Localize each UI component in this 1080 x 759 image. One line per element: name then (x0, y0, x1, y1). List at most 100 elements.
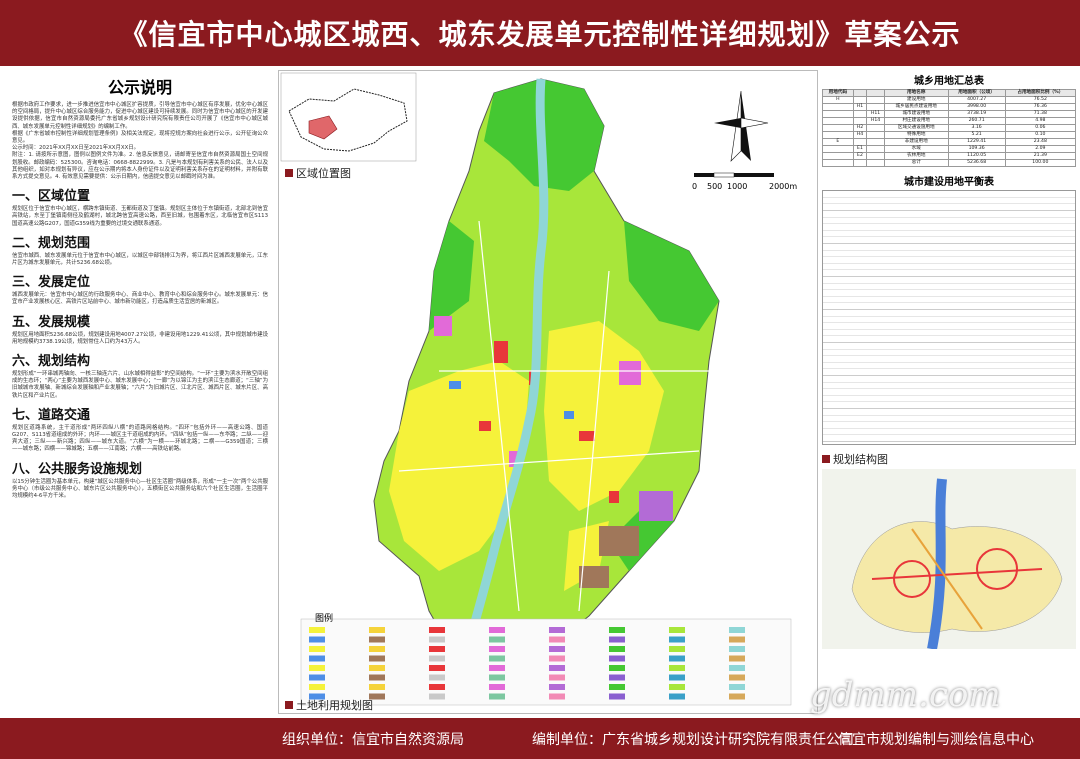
table-row: E1 水域 109.36 2.09 (822, 145, 1076, 153)
table-row: 总计 5236.68 100.00 (822, 159, 1076, 167)
table-cell: H1 (852, 103, 868, 111)
table-cell: 非建设用地 (883, 138, 949, 146)
table-row: H4 特殊用地 5.21 0.10 (822, 131, 1076, 139)
legend-swatch (549, 684, 565, 690)
legend-swatch (489, 684, 505, 690)
table-header-cell: 占用地面积比例（%） (1004, 89, 1076, 97)
planning-area (373, 78, 720, 663)
table-cell: H (822, 96, 854, 104)
table-row: H2 区域交通设施用地 3.16 0.06 (822, 124, 1076, 132)
label-marker-icon (822, 455, 830, 463)
legend-swatch (669, 636, 685, 643)
map-legend (300, 618, 792, 706)
section-title: 三、发展定位 (12, 275, 91, 291)
legend-swatch (669, 684, 685, 690)
table-header-cell: 用地代码 (822, 89, 854, 97)
label-marker-icon (285, 169, 293, 177)
table-cell: H2 (852, 124, 868, 132)
table-row: H1 城乡居民点建设用地 3998.00 76.36 (822, 103, 1076, 111)
legend-swatch (309, 627, 325, 633)
table-cell (822, 131, 854, 139)
section-text: 规划区位于信宜市中心城区，横跨东镇街道、玉都街道及丁堡镇。规划区主体位于东镇街道… (12, 206, 268, 227)
legend-swatch (669, 693, 685, 700)
section-title: 八、公共服务设施规划 (12, 461, 143, 477)
table-cell (866, 138, 885, 146)
tables-panel: 城乡用地汇总表 用地代码 用地名称 用地面积（公顷） 占用地面积比例（%） H 建设用地… (822, 70, 1076, 714)
legend-swatch (729, 693, 745, 700)
label-marker-icon (285, 701, 293, 709)
table-cell: 0.06 (1004, 124, 1076, 132)
table-cell: 城市建设用地 (883, 110, 949, 118)
table-cell (822, 152, 854, 160)
table-cell: E1 (852, 145, 868, 153)
table-cell (822, 159, 854, 167)
table-cell (866, 159, 885, 167)
structure-map-label: 规划结构图 (822, 451, 1076, 467)
legend-swatch (729, 684, 745, 690)
table-cell (852, 96, 868, 104)
table-row: H 建设用地 4007.27 76.52 (822, 96, 1076, 104)
compiler-label: 编制单位：广东省城乡规划设计研究院有限责任公司 (532, 731, 854, 748)
table-cell: H14 (866, 117, 885, 125)
legend-swatch (609, 665, 625, 671)
legend-swatch (609, 627, 625, 633)
table-cell: 21.39 (1004, 152, 1076, 160)
table-cell (866, 131, 885, 139)
table-cell: E (822, 138, 854, 146)
table-cell (822, 124, 854, 132)
legend-swatch (309, 636, 325, 643)
legend-swatch (549, 665, 565, 671)
notice-law: 根据《广东省城市控制性详细规划管理条例》及相关法规定，现将控规方案向社会进行公示… (12, 130, 268, 145)
table-row: H14 村庄建设用地 260.71 4.98 (822, 117, 1076, 125)
legend-swatch (309, 665, 325, 671)
section-text: 信宜市城西、城东发展单元位于信宜市中心城区，以城区中部钱排江为界，将江西片区城西… (12, 252, 268, 267)
legend-swatch (489, 627, 505, 633)
table-cell (866, 145, 885, 153)
legend-swatch (609, 636, 625, 643)
table-cell (852, 117, 868, 125)
legend-swatch (669, 627, 685, 633)
legend-swatch (429, 665, 445, 671)
table-cell: 3998.00 (947, 103, 1006, 111)
notice-notes: 附注：1. 请按所示意图，图例以图例文件为准。2. 信息反馈意见，请邮寄至信宜市… (12, 152, 268, 181)
legend-swatch (429, 636, 445, 643)
section-title: 一、区域位置 (12, 189, 91, 205)
legend-swatch (309, 646, 325, 652)
poster-title: 《信宜市中心城区城西、城东发展单元控制性详细规划》草案公示 (119, 18, 961, 51)
organizer-label: 组织单位：信宜市自然资源局 (282, 731, 464, 748)
legend-swatch (729, 627, 745, 633)
legend-swatch (489, 693, 505, 700)
section-text: 城西发展单元：信宜市中心城区的行政服务中心、商业中心、教育中心和综合服务中心。城… (12, 292, 268, 306)
center-label: 信宜市规划编制与测绘信息中心 (838, 731, 1034, 748)
table-cell: 76.52 (1004, 96, 1076, 104)
table-row: E2 农林用地 1120.05 21.39 (822, 152, 1076, 160)
footer-bar: 组织单位：信宜市自然资源局 编制单位：广东省城乡规划设计研究院有限责任公司 信宜… (0, 718, 1080, 759)
table-cell: 109.36 (947, 145, 1006, 153)
table-cell (822, 110, 854, 118)
legend-swatch (729, 665, 745, 671)
legend-swatch (609, 674, 625, 681)
notice-panel: 公示说明 根据市政府工作要求，进一步推进信宜市中心城区扩容提质，引导信宜市中心城… (6, 70, 274, 714)
legend-swatch (549, 674, 565, 681)
legend-swatch (369, 674, 385, 681)
legend-swatch (429, 674, 445, 681)
table-cell: 1229.41 (947, 138, 1006, 146)
legend-swatch (729, 646, 745, 652)
legend-swatch (369, 646, 385, 652)
table2-title: 城市建设用地平衡表 (904, 177, 994, 188)
land-use-map: 0 500 1000 2000m 区域位置图 土地利用规划图 图例 (278, 70, 818, 714)
table-cell (866, 152, 885, 160)
section-text: 规划区道路系统，主干道形成“两环四纵八横”的道路网格结构。“四环”包括外环——高… (12, 424, 268, 453)
table-cell (866, 124, 885, 132)
legend-swatch (429, 646, 445, 652)
table-cell: H11 (866, 110, 885, 118)
table-header-cell (852, 89, 868, 97)
watermark: gdmm.com (810, 675, 1001, 715)
table-cell (852, 159, 868, 167)
legend-swatch (609, 693, 625, 700)
land-use-map-svg: 0 500 1000 2000m (280, 72, 797, 706)
location-map-label: 区域位置图 (285, 165, 351, 181)
table-cell (866, 103, 885, 111)
legend-swatch (549, 693, 565, 700)
section-title: 五、发展规模 (12, 314, 91, 330)
